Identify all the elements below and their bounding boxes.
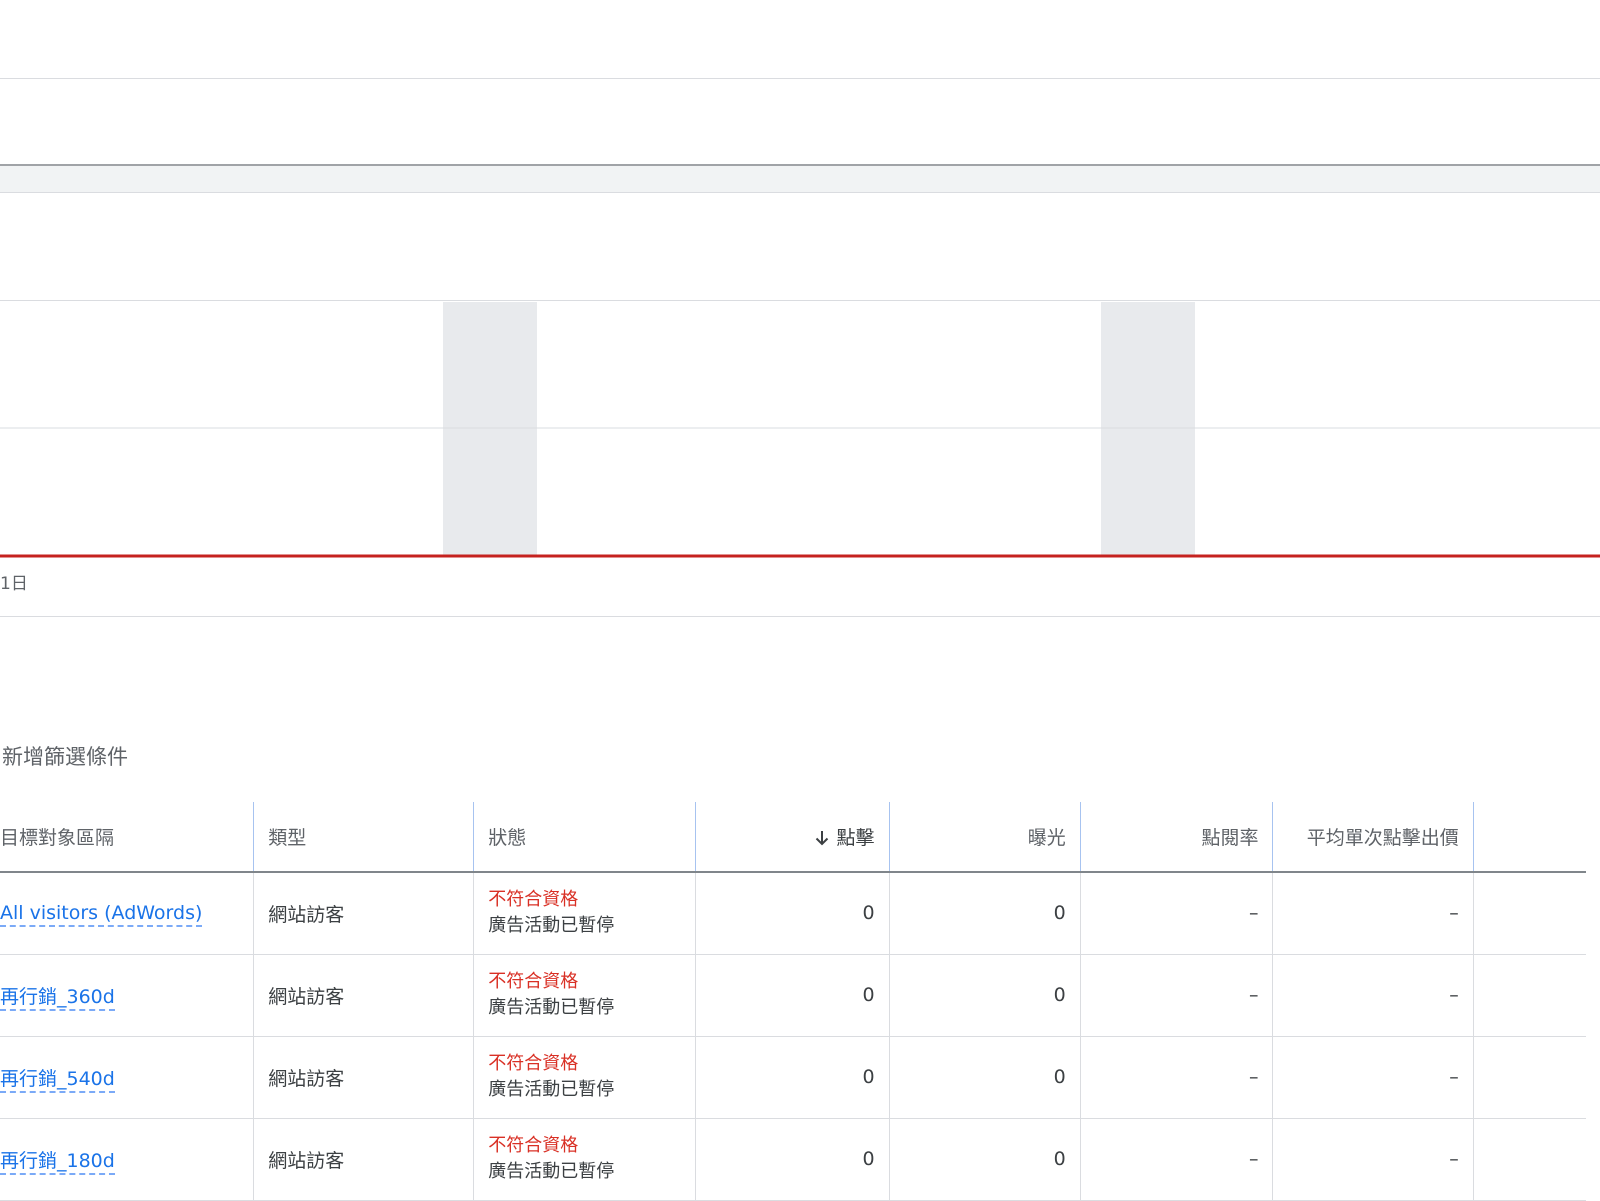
table-header-row: 目標對象區隔 類型 狀態 點擊 曝光 點閱率 平均單次點擊出價 (0, 802, 1586, 873)
ctr-cell: – (1080, 954, 1274, 1037)
segment-cell: 再行銷_360d (0, 954, 255, 1037)
header-extra (1473, 802, 1586, 873)
status-cell: 不符合資格 廣告活動已暫停 (473, 954, 697, 1037)
x-axis-tick-label: 1日 (0, 574, 28, 594)
status-detail: 廣告活動已暫停 (488, 1079, 615, 1100)
avg-cpc-cell: – (1272, 1118, 1474, 1201)
type-cell: 網站訪客 (253, 872, 475, 955)
status-badge[interactable]: 不符合資格 (488, 969, 681, 995)
header-type[interactable]: 類型 (253, 802, 475, 873)
chart-top-divider (0, 300, 1600, 301)
audience-table: 目標對象區隔 類型 狀態 點擊 曝光 點閱率 平均單次點擊出價 All visi… (0, 802, 1586, 1201)
add-filter-button[interactable]: 新增篩選條件 (2, 741, 128, 771)
header-avg-cpc[interactable]: 平均單次點擊出價 (1272, 802, 1474, 873)
segment-cell: 再行銷_180d (0, 1118, 255, 1201)
weekend-band (1101, 302, 1195, 556)
avg-cpc-cell: – (1272, 954, 1474, 1037)
segment-link[interactable]: 再行銷_360d (0, 985, 115, 1011)
header-segment[interactable]: 目標對象區隔 (0, 802, 255, 873)
impressions-cell: 0 (889, 1036, 1081, 1119)
weekend-band (443, 302, 537, 556)
avg-cpc-cell: – (1272, 872, 1474, 955)
segment-cell: All visitors (AdWords) (0, 872, 255, 955)
type-cell: 網站訪客 (253, 954, 475, 1037)
extra-cell (1473, 954, 1586, 1037)
segment-link[interactable]: 再行銷_540d (0, 1067, 115, 1093)
status-badge[interactable]: 不符合資格 (488, 1133, 681, 1159)
status-detail: 廣告活動已暫停 (488, 997, 615, 1018)
impressions-cell: 0 (889, 1118, 1081, 1201)
chart-canvas (0, 302, 1600, 558)
extra-cell (1473, 872, 1586, 955)
header-ctr[interactable]: 點閱率 (1080, 802, 1274, 873)
segment-cell: 再行銷_540d (0, 1036, 255, 1119)
table-row: 再行銷_180d 網站訪客 不符合資格 廣告活動已暫停 0 0– – (0, 1118, 1586, 1201)
section-gap (0, 166, 1600, 192)
ctr-cell: – (1080, 872, 1274, 955)
status-badge[interactable]: 不符合資格 (488, 887, 681, 913)
ctr-cell: – (1080, 1118, 1274, 1201)
type-cell: 網站訪客 (253, 1036, 475, 1119)
extra-cell (1473, 1118, 1586, 1201)
segment-link[interactable]: 再行銷_180d (0, 1149, 115, 1175)
header-impressions[interactable]: 曝光 (889, 802, 1081, 873)
clicks-cell: 0 (695, 1118, 890, 1201)
clicks-cell: 0 (695, 872, 890, 955)
status-badge[interactable]: 不符合資格 (488, 1051, 681, 1077)
clicks-cell: 0 (695, 954, 890, 1037)
table-row: 再行銷_360d 網站訪客 不符合資格 廣告活動已暫停 0 0– – (0, 954, 1586, 1037)
table-row: 再行銷_540d 網站訪客 不符合資格 廣告活動已暫停 0 0– – (0, 1036, 1586, 1119)
header-status[interactable]: 狀態 (473, 802, 697, 873)
status-cell: 不符合資格 廣告活動已暫停 (473, 872, 697, 955)
top-divider (0, 78, 1600, 79)
status-cell: 不符合資格 廣告活動已暫停 (473, 1036, 697, 1119)
header-clicks-label: 點擊 (836, 827, 875, 849)
segment-link[interactable]: All visitors (AdWords) (0, 902, 203, 928)
clicks-cell: 0 (695, 1036, 890, 1119)
performance-chart (0, 302, 1600, 558)
chart-bottom-divider (0, 616, 1600, 617)
type-cell: 網站訪客 (253, 1118, 475, 1201)
avg-cpc-cell: – (1272, 1036, 1474, 1119)
extra-cell (1473, 1036, 1586, 1119)
section-divider (0, 192, 1600, 193)
status-detail: 廣告活動已暫停 (488, 1161, 615, 1182)
arrow-down-icon (815, 831, 828, 846)
status-detail: 廣告活動已暫停 (488, 915, 615, 937)
header-clicks[interactable]: 點擊 (695, 802, 890, 873)
status-cell: 不符合資格 廣告活動已暫停 (473, 1118, 697, 1201)
table-row: All visitors (AdWords) 網站訪客 不符合資格 廣告活動已暫停 0 0… (0, 872, 1586, 955)
ctr-cell: – (1080, 1036, 1274, 1119)
impressions-cell: 0 (889, 954, 1081, 1037)
impressions-cell: 0 (889, 872, 1081, 955)
